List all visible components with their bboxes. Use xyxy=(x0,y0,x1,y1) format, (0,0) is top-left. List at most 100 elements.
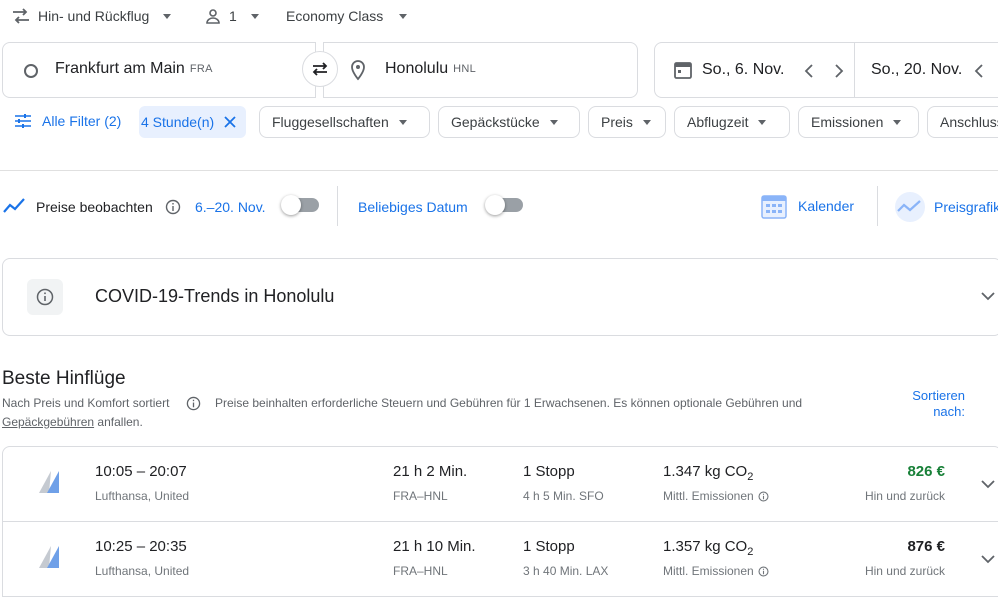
track-prices-toggle[interactable] xyxy=(281,195,319,215)
bags-filter-chip[interactable]: Gepäckstücke xyxy=(438,106,580,138)
trip-type-label: Hin- und Rückflug xyxy=(38,8,150,24)
flight-duration: 21 h 2 Min. xyxy=(393,463,468,480)
departure-time-filter-chip[interactable]: Abflugzeit xyxy=(674,106,790,138)
co2-subscript: 2 xyxy=(747,546,754,558)
flight-row[interactable]: 10:05 – 20:07 Lufthansa, United 21 h 2 M… xyxy=(2,446,998,522)
chevron-down-icon[interactable] xyxy=(981,479,995,489)
chevron-right-icon[interactable] xyxy=(834,63,844,79)
chip-label: Abflugzeit xyxy=(687,114,749,130)
flight-row[interactable]: 10:25 – 20:35 Lufthansa, United 21 h 10 … xyxy=(2,521,998,597)
tools-divider xyxy=(877,186,878,226)
co2-subscript: 2 xyxy=(747,471,754,483)
price-filter-chip[interactable]: Preis xyxy=(588,106,666,138)
flight-times: 10:05 – 20:07 xyxy=(95,463,187,480)
chevron-down-icon xyxy=(163,13,172,19)
emissions-info: Mittl. Emissionen xyxy=(663,564,769,578)
price-note-end: anfallen. xyxy=(97,415,143,429)
location-pin-icon xyxy=(351,60,365,81)
origin-city: Frankfurt am Main xyxy=(55,60,185,77)
destination-city: Honolulu xyxy=(385,60,449,77)
trip-type-select[interactable]: Hin- und Rückflug xyxy=(12,6,172,26)
destination-field[interactable]: Honolulu HNL xyxy=(323,42,638,98)
chevron-down-icon xyxy=(758,119,767,125)
chip-label: Fluggesellschaften xyxy=(272,114,389,130)
baggage-fees-link[interactable]: Gepäckgebühren xyxy=(2,415,94,429)
date-field[interactable]: So., 6. Nov. So., 20. Nov. xyxy=(654,42,998,98)
flight-times: 10:25 – 20:35 xyxy=(95,538,187,555)
covid-title: COVID-19-Trends in Honolulu xyxy=(95,286,335,306)
origin-field[interactable]: Frankfurt am Main FRA xyxy=(2,42,316,98)
flight-emissions: 1.347 kg CO2 xyxy=(663,463,753,483)
sort-label: Sortieren xyxy=(912,388,965,403)
chevron-down-icon xyxy=(399,13,408,19)
chevron-down-icon[interactable] xyxy=(981,291,995,301)
all-filters-button[interactable]: Alle Filter (2) xyxy=(14,113,121,129)
price-graph-button[interactable]: Preisgrafik xyxy=(894,191,998,223)
emissions-label: Mittl. Emissionen xyxy=(663,564,754,578)
flight-route: FRA–HNL xyxy=(393,564,448,578)
flight-price: 826 € xyxy=(907,463,945,480)
results-heading: Beste Hinflüge xyxy=(2,368,126,389)
connections-filter-chip[interactable]: Anschluss xyxy=(927,106,998,138)
toggle-knob xyxy=(485,195,505,215)
covid-trends-card[interactable]: COVID-19-Trends in Honolulu xyxy=(2,258,998,336)
flexible-dates-toggle[interactable] xyxy=(485,195,523,215)
info-icon[interactable] xyxy=(758,565,769,577)
flight-layover: 3 h 40 Min. LAX xyxy=(523,564,609,578)
flight-airlines: Lufthansa, United xyxy=(95,489,190,503)
chevron-left-icon[interactable] xyxy=(804,63,814,79)
origin-circle-icon xyxy=(24,64,38,78)
passengers-count: 1 xyxy=(229,8,237,24)
chevron-left-icon[interactable] xyxy=(974,63,984,79)
emissions-filter-chip[interactable]: Emissionen xyxy=(798,106,919,138)
passengers-select[interactable]: 1 xyxy=(205,6,259,26)
chip-label: Emissionen xyxy=(811,114,884,130)
destination-code: HNL xyxy=(453,63,477,75)
flight-layover: 4 h 5 Min. SFO xyxy=(523,489,604,503)
track-prices-label: Preise beobachten xyxy=(36,199,153,215)
chip-label: Anschluss xyxy=(940,114,998,130)
emissions-label: Mittl. Emissionen xyxy=(663,489,754,503)
close-icon[interactable] xyxy=(224,116,236,128)
price-note: Preise beinhalten erforderliche Steuern … xyxy=(215,396,803,410)
calendar-label: Kalender xyxy=(798,198,855,214)
info-icon[interactable] xyxy=(165,199,181,215)
flight-route: FRA–HNL xyxy=(393,489,448,503)
calendar-view-button[interactable]: Kalender xyxy=(760,192,854,220)
chevron-down-icon xyxy=(250,13,259,19)
co2-value: 1.357 kg CO xyxy=(663,538,748,555)
flight-stops: 1 Stopp xyxy=(523,463,575,480)
trip-type: Hin und zurück xyxy=(864,564,945,578)
chevron-down-icon xyxy=(642,119,651,125)
flight-airlines: Lufthansa, United xyxy=(95,564,190,578)
info-icon[interactable] xyxy=(758,490,769,502)
flight-duration: 21 h 10 Min. xyxy=(393,538,476,555)
person-icon xyxy=(206,9,220,24)
toggle-knob xyxy=(281,195,301,215)
duration-filter-chip[interactable]: 4 Stunde(n) xyxy=(139,106,247,138)
cabin-class-select[interactable]: Economy Class xyxy=(286,6,408,26)
trend-line-icon xyxy=(3,198,25,213)
return-date: So., 20. Nov. xyxy=(871,61,963,78)
flight-price: 876 € xyxy=(907,538,945,555)
price-graph-label: Preisgrafik xyxy=(934,199,998,215)
track-dates: 6.–20. Nov. xyxy=(195,199,266,215)
tools-divider xyxy=(337,186,338,226)
airlines-filter-chip[interactable]: Fluggesellschaften xyxy=(259,106,430,138)
chevron-down-icon xyxy=(549,119,558,125)
chevron-down-icon[interactable] xyxy=(981,554,995,564)
swap-icon xyxy=(312,62,328,76)
section-divider xyxy=(0,170,998,171)
swap-locations-button[interactable] xyxy=(302,51,338,87)
date-divider xyxy=(854,43,855,97)
flexible-dates-label: Beliebiges Datum xyxy=(358,199,468,215)
sort-label-2: nach: xyxy=(933,404,965,419)
origin-code: FRA xyxy=(189,63,213,75)
flight-stops: 1 Stopp xyxy=(523,538,575,555)
sort-button[interactable]: Sortieren nach: xyxy=(905,388,965,420)
chevron-down-icon xyxy=(893,119,902,125)
tune-icon xyxy=(15,114,31,128)
airline-logo-icon xyxy=(39,471,59,493)
info-icon-container xyxy=(27,279,63,315)
info-icon[interactable] xyxy=(186,396,201,411)
